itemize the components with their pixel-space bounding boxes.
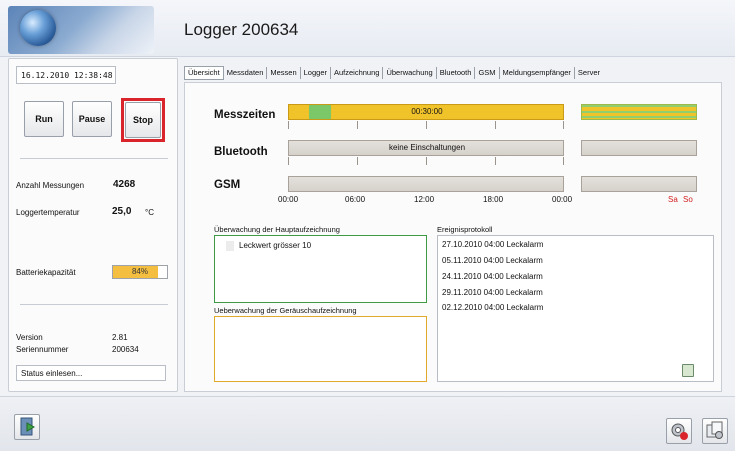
tab-aufzeichnung[interactable]: Aufzeichnung xyxy=(331,67,384,79)
bluetooth-weekly[interactable] xyxy=(581,140,697,156)
messzeiten-label: Messzeiten xyxy=(214,109,276,121)
bluetooth-label: Bluetooth xyxy=(214,146,268,158)
tab-server[interactable]: Server xyxy=(575,67,603,79)
log-entry[interactable]: 05.11.2010 04:00 Leckalarm xyxy=(442,256,543,265)
protokoll-title: Ereignisprotokoll xyxy=(437,225,493,234)
weekly-schedule[interactable] xyxy=(581,104,697,120)
messzeiten-schedule[interactable]: 00:30:00 xyxy=(288,104,564,120)
globe-icon xyxy=(20,10,56,46)
exit-door-icon xyxy=(20,417,36,436)
run-button[interactable]: Run xyxy=(24,101,64,137)
tab-gsm[interactable]: GSM xyxy=(475,67,500,79)
bluetooth-schedule[interactable]: keine Einschaltungen xyxy=(288,140,564,156)
window-title: Logger 200634 xyxy=(184,20,299,39)
temperature-unit: °C xyxy=(145,208,154,217)
divider xyxy=(20,158,168,159)
pause-button[interactable]: Pause xyxy=(72,101,112,137)
app-logo xyxy=(8,6,154,54)
geraeusch-title: Ueberwachung der Geräuschaufzeichnung xyxy=(214,306,357,315)
tab-strip: Übersicht Messdaten Messen Logger Aufzeichnu… xyxy=(184,66,603,80)
axis-label: 00:00 xyxy=(278,195,299,204)
log-entry[interactable]: 29.11.2010 04:00 Leckalarm xyxy=(442,288,543,297)
log-entry[interactable]: 02.12.2010 04:00 Leckalarm xyxy=(442,303,543,312)
tab-ueberwachung[interactable]: Überwachung xyxy=(383,67,437,79)
battery-gauge: 84% xyxy=(112,265,168,279)
haupt-title: Überwachung der Hauptaufzeichnung xyxy=(214,225,340,234)
gear-icon xyxy=(671,423,688,440)
log-entry[interactable]: 27.10.2010 04:00 Leckalarm xyxy=(442,240,543,249)
stop-button[interactable]: Stop xyxy=(125,102,161,138)
temperature-value: 25,0 xyxy=(112,206,132,217)
axis-label: 12:00 xyxy=(414,195,435,204)
gsm-schedule[interactable] xyxy=(288,176,564,192)
axis-label: 06:00 xyxy=(345,195,366,204)
messzeiten-interval: 00:30:00 xyxy=(411,107,443,116)
serial-label: Seriennummer xyxy=(16,345,69,354)
battery-label: Batteriekapazität xyxy=(16,268,76,277)
geraeusch-monitor-box[interactable] xyxy=(214,316,427,382)
divider xyxy=(20,304,168,305)
bottom-toolbar xyxy=(0,396,735,451)
gsm-label: GSM xyxy=(214,179,241,191)
tab-meldungsempfaenger[interactable]: Meldungsempfänger xyxy=(500,67,575,79)
version-label: Version xyxy=(16,333,43,342)
exit-button[interactable] xyxy=(14,414,40,440)
measurements-value: 4268 xyxy=(113,179,136,190)
log-entry[interactable]: 24.11.2010 04:00 Leckalarm xyxy=(442,272,543,281)
export-button[interactable] xyxy=(702,418,728,444)
axis-label: 18:00 xyxy=(483,195,504,204)
settings-button[interactable] xyxy=(666,418,692,444)
tab-uebersicht[interactable]: Übersicht xyxy=(184,66,224,80)
measurements-label: Anzahl Messungen xyxy=(16,181,85,190)
serial-value: 200634 xyxy=(112,345,139,354)
battery-percent: 84% xyxy=(131,267,148,276)
axis-label: 00:00 xyxy=(552,195,573,204)
weekend-label-sa: Sa xyxy=(668,195,678,204)
alarm-marker-icon xyxy=(226,241,234,251)
tab-messdaten[interactable]: Messdaten xyxy=(224,67,268,79)
tab-logger[interactable]: Logger xyxy=(301,67,331,79)
datetime-display: 16.12.2010 12:38:48 xyxy=(16,66,116,84)
weekend-label-so: So xyxy=(683,195,693,204)
trash-icon[interactable] xyxy=(682,364,694,377)
schedule-ticks xyxy=(288,121,564,129)
temperature-label: Loggertemperatur xyxy=(16,208,80,217)
bluetooth-status: keine Einschaltungen xyxy=(388,143,466,152)
copy-settings-icon xyxy=(706,421,723,439)
status-field: Status einlesen... xyxy=(16,365,166,381)
gsm-weekly[interactable] xyxy=(581,176,697,192)
schedule-ticks xyxy=(288,157,564,165)
haupt-condition[interactable]: Leckwert grösser 10 xyxy=(239,241,311,250)
version-value: 2.81 xyxy=(112,333,128,342)
tab-messen[interactable]: Messen xyxy=(267,67,301,79)
tab-bluetooth[interactable]: Bluetooth xyxy=(437,67,476,79)
